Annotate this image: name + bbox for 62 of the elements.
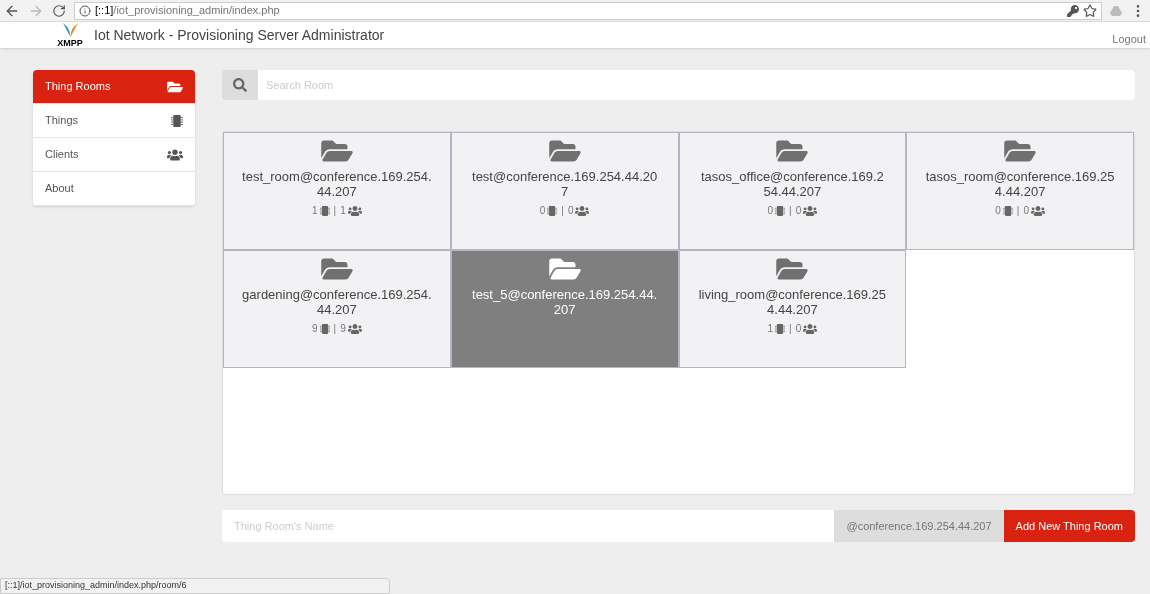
room-tile[interactable]: tasos_room@conference.169.254.44.207 0 | 0	[906, 132, 1134, 250]
room-tile[interactable]: gardening@conference.169.254.44.207 9 | 9	[223, 250, 451, 368]
chip-icon	[171, 114, 183, 127]
room-name: tasos_office@conference.169.254.44.207	[699, 169, 885, 199]
room-tile[interactable]: living_room@conference.169.254.44.207 1 | 0	[678, 250, 907, 368]
separator: |	[333, 204, 337, 218]
separator: |	[333, 322, 337, 336]
chip-icon	[319, 322, 330, 335]
domain-suffix: @conference.169.254.44.207	[834, 510, 1004, 542]
sidebar-item[interactable]: Thing Rooms	[33, 70, 195, 104]
chip-icon	[1002, 204, 1013, 217]
chip-icon	[775, 204, 786, 217]
separator: |	[789, 204, 792, 218]
status-bar: [::1]/iot_provisioning_admin/index.php/room/6	[0, 578, 390, 594]
room-tile[interactable]: test_5@conference.169.254.44.207	[450, 250, 679, 368]
thing-count: 0	[767, 204, 774, 218]
reload-icon[interactable]	[52, 3, 66, 18]
thing-count: 1	[767, 322, 774, 336]
client-count: 0	[795, 322, 802, 336]
thing-count: 0	[995, 204, 1001, 218]
client-count: 0	[1023, 204, 1029, 218]
separator: |	[789, 322, 792, 336]
users-icon	[575, 203, 590, 218]
client-count: 9	[340, 322, 346, 336]
url-text: [::1]/iot_provisioning_admin/index.php	[95, 3, 280, 19]
room-name: test@conference.169.254.44.207	[471, 169, 659, 199]
chip-icon	[319, 204, 330, 217]
add-room-button[interactable]: Add New Thing Room	[1003, 510, 1135, 542]
users-icon	[1031, 203, 1045, 218]
users-icon	[803, 203, 818, 218]
client-count: 0	[795, 204, 802, 218]
chip-icon	[547, 204, 558, 217]
room-name: gardening@conference.169.254.44.207	[241, 287, 432, 317]
room-name: test_room@conference.169.254.44.207	[241, 169, 432, 199]
address-bar[interactable]: [::1]/iot_provisioning_admin/index.php	[74, 1, 1102, 20]
room-tile[interactable]: tasos_office@conference.169.254.44.207 0 | 0	[678, 132, 907, 250]
info-icon[interactable]	[79, 4, 91, 17]
sidebar-item[interactable]: Clients	[33, 138, 195, 172]
thing-count: 0	[539, 204, 546, 218]
sidebar-item[interactable]: Things	[33, 104, 195, 138]
xmpp-logo: XMPP	[54, 22, 86, 48]
room-name: tasos_room@conference.169.254.44.207	[925, 169, 1116, 199]
thing-count: 1	[312, 204, 318, 218]
key-icon[interactable]	[1067, 4, 1079, 17]
users-icon	[347, 321, 362, 336]
client-count: 0	[567, 204, 574, 218]
sidebar-item[interactable]: About	[33, 172, 195, 206]
search-icon	[233, 78, 247, 92]
chip-icon	[775, 322, 786, 335]
separator: |	[561, 204, 564, 218]
room-name: test_5@conference.169.254.44.207	[471, 287, 659, 317]
room-name: living_room@conference.169.254.44.207	[697, 287, 888, 317]
room-tile[interactable]: test@conference.169.254.44.207 0 | 0	[450, 132, 679, 250]
thing-count: 9	[312, 322, 318, 336]
room-tile[interactable]: test_room@conference.169.254.44.207 1 | 1	[223, 132, 451, 250]
client-count: 1	[340, 204, 346, 218]
separator: |	[1016, 204, 1020, 218]
users-icon	[803, 321, 818, 336]
users-icon	[347, 203, 362, 218]
logout-link[interactable]: Logout	[1112, 30, 1146, 48]
app-title: Iot Network - Provisioning Server Administrator	[94, 25, 385, 45]
star-icon[interactable]	[1083, 3, 1097, 18]
